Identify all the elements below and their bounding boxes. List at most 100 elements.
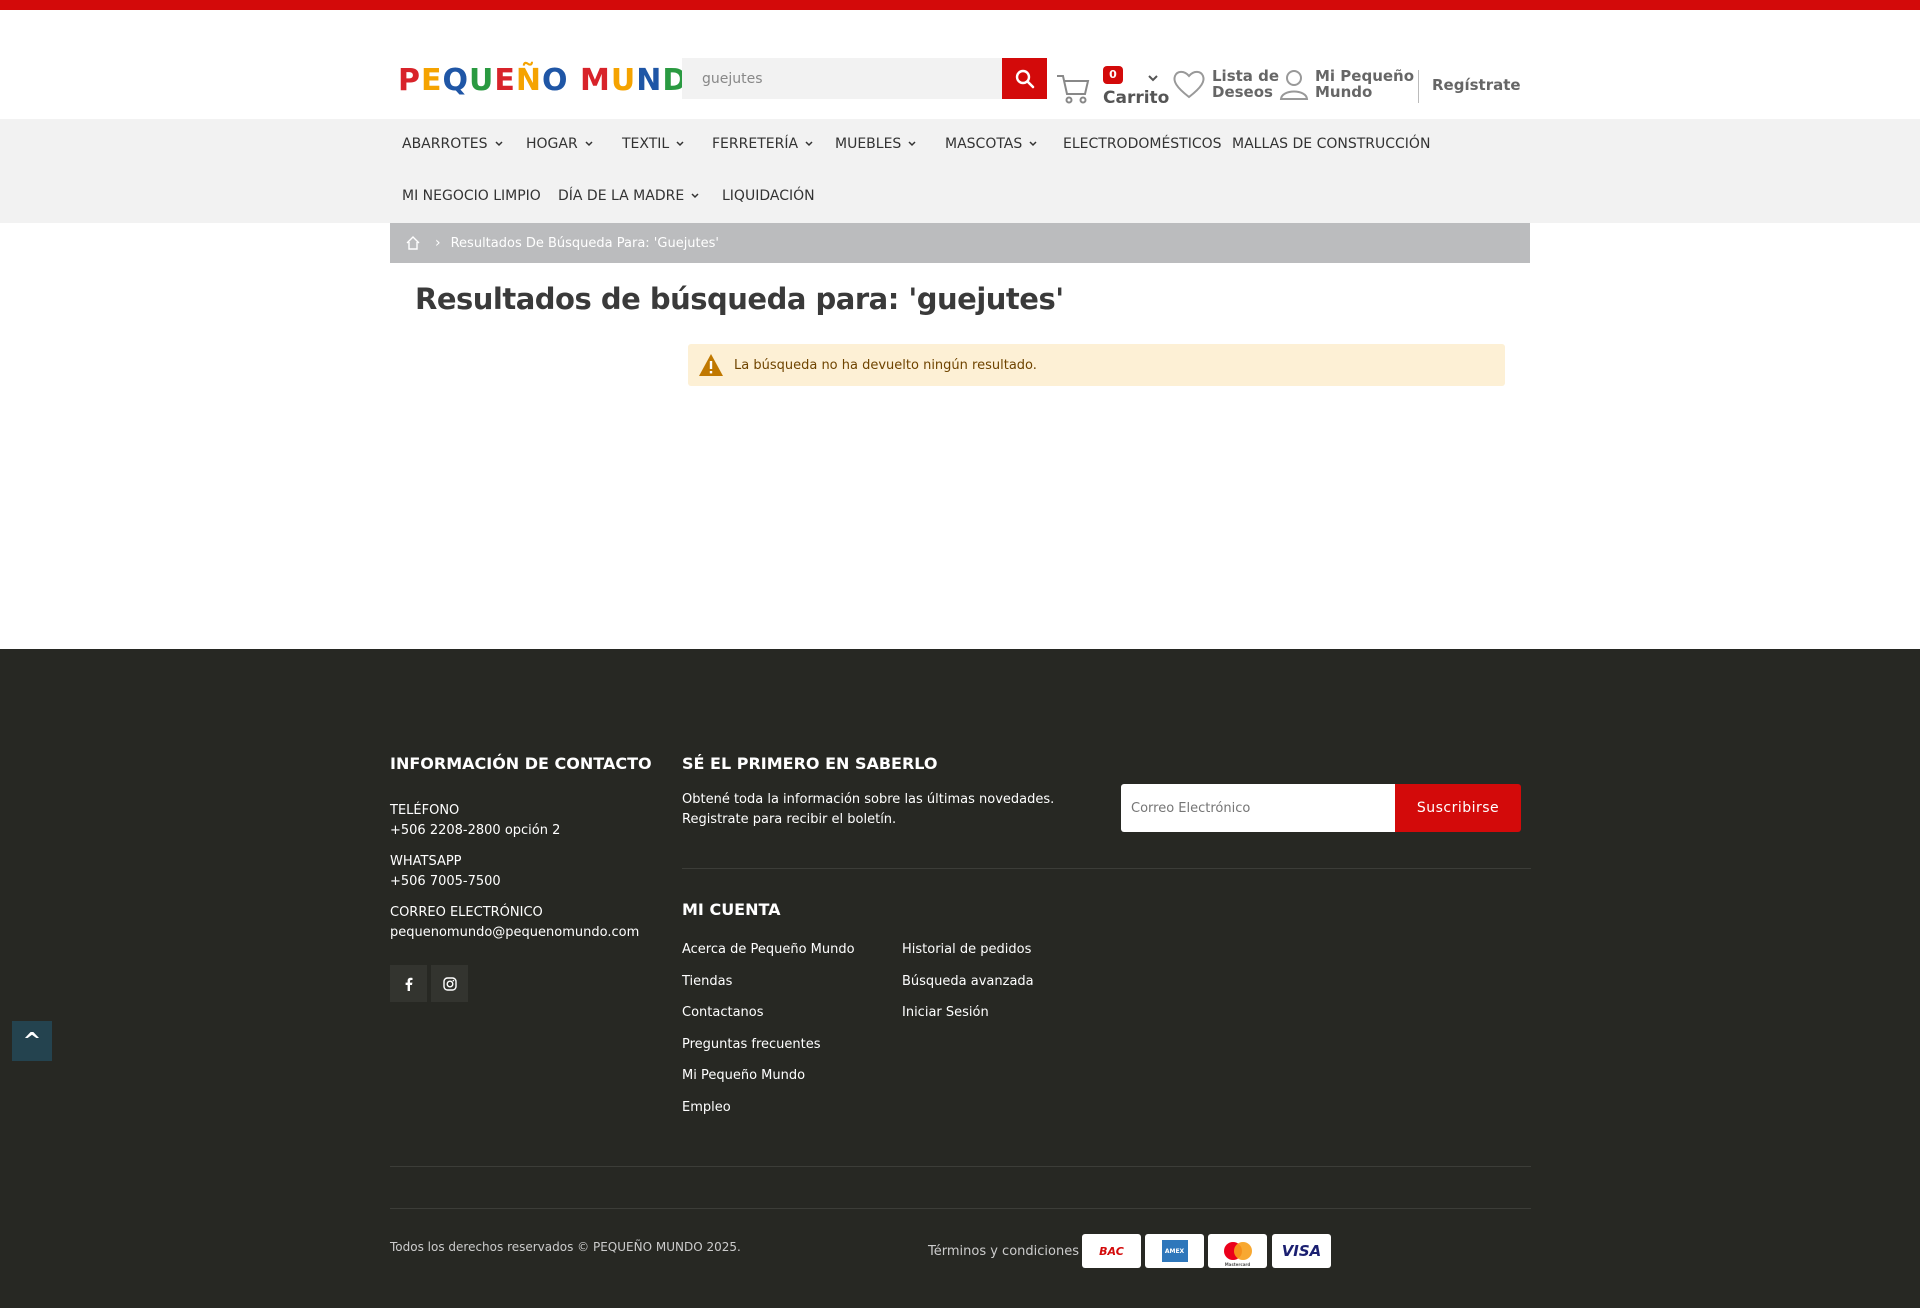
header-divider — [1418, 70, 1419, 103]
chevron-down-icon — [805, 141, 813, 147]
whatsapp-label: WHATSAPP — [390, 854, 462, 869]
footer-link-tiendas[interactable]: Tiendas — [682, 974, 732, 989]
cart-button[interactable]: 0 Carrito — [1055, 62, 1169, 112]
user-icon — [1279, 70, 1309, 100]
bac-label: BAC — [1099, 1244, 1124, 1258]
chevron-down-icon[interactable] — [1147, 72, 1159, 84]
mastercard-label: Mastercard — [1224, 1262, 1251, 1267]
terms-label[interactable]: Términos y condiciones — [928, 1244, 1079, 1259]
logo-letter: U — [469, 62, 495, 98]
email-value[interactable]: pequenomundo@pequenomundo.com — [390, 923, 639, 943]
nav-item-ferreteria[interactable]: FERRETERÍA — [712, 136, 814, 152]
terms-link[interactable]: Términos y condiciones | — [928, 1244, 1088, 1259]
chevron-down-icon — [495, 141, 503, 147]
mastercard-icon: Mastercard — [1208, 1234, 1267, 1268]
nav-item-negocio-limpio[interactable]: MI NEGOCIO LIMPIO — [402, 188, 541, 204]
nav-label: ABARROTES — [402, 136, 488, 152]
newsletter-line1: Obtené toda la información sobre las últ… — [682, 792, 1055, 807]
newsletter-line2: Registrate para recibir el boletín. — [682, 812, 897, 827]
cart-count-badge: 0 — [1103, 66, 1123, 84]
mastercard-logo — [1223, 1242, 1252, 1260]
logo-letter — [569, 63, 580, 98]
phone-value: +506 2208-2800 opción 2 — [390, 823, 561, 838]
instagram-glyph — [442, 976, 457, 991]
visa-card-icon: VISA — [1272, 1234, 1331, 1268]
nav-label: LIQUIDACIÓN — [722, 188, 815, 204]
footer-link-mi-pequeno-mundo[interactable]: Mi Pequeño Mundo — [682, 1068, 805, 1083]
footer-divider — [390, 1166, 1531, 1167]
search-button[interactable] — [1002, 58, 1047, 99]
nav-label: MUEBLES — [835, 136, 902, 152]
facebook-glyph — [405, 977, 412, 991]
home-icon[interactable] — [405, 235, 421, 251]
chevron-down-icon — [676, 141, 684, 147]
no-results-notice: La búsqueda no ha devuelto ningún result… — [688, 344, 1505, 386]
newsletter-heading: SÉ EL PRIMERO EN SABERLO — [682, 754, 938, 773]
facebook-icon[interactable] — [390, 965, 427, 1002]
footer-link-historial[interactable]: Historial de pedidos — [902, 942, 1031, 957]
cart-icon — [1057, 75, 1090, 104]
nav-item-liquidacion[interactable]: LIQUIDACIÓN — [722, 188, 815, 204]
logo-letter: E — [421, 62, 443, 98]
nav-label: MASCOTAS — [945, 136, 1023, 152]
nav-item-mascotas[interactable]: MASCOTAS — [945, 136, 1038, 152]
footer-divider — [390, 1208, 1531, 1209]
search-input[interactable] — [682, 58, 1002, 99]
newsletter-email-input[interactable] — [1121, 784, 1395, 832]
notice-text: La búsqueda no ha devuelto ningún result… — [734, 357, 1037, 373]
wishlist-label: Lista de Deseos — [1212, 67, 1280, 101]
site-logo[interactable]: PEQUEÑO MUNDO — [398, 60, 715, 100]
chevron-down-icon — [1029, 141, 1037, 147]
account-link[interactable]: Mi Pequeño Mundo — [1279, 68, 1415, 100]
logo-letter: N — [636, 62, 663, 98]
nav-item-hogar[interactable]: HOGAR — [526, 136, 594, 152]
chevron-down-icon — [585, 141, 593, 147]
breadcrumb-current: Resultados De Búsqueda Para: 'Guejutes' — [450, 235, 719, 251]
logo-letter: E — [494, 62, 516, 98]
nav-label: DÍA DE LA MADRE — [558, 188, 685, 204]
back-to-top-button[interactable]: ^ — [12, 1021, 52, 1061]
chevron-right-icon: › — [435, 235, 441, 251]
copyright-text: Todos los derechos reservados © PEQUEÑO … — [390, 1240, 741, 1254]
nav-label: MALLAS DE CONSTRUCCIÓN — [1232, 136, 1431, 152]
footer-link-iniciar-sesion[interactable]: Iniciar Sesión — [902, 1005, 989, 1020]
nav-item-dia-madre[interactable]: DÍA DE LA MADRE — [558, 188, 700, 204]
nav-item-electrodomesticos[interactable]: ELECTRODOMÉSTICOS — [1063, 136, 1222, 152]
contact-heading: INFORMACIÓN DE CONTACTO — [390, 754, 652, 773]
top-accent-bar — [0, 0, 1920, 10]
nav-label: ELECTRODOMÉSTICOS — [1063, 136, 1222, 152]
nav-label: FERRETERÍA — [712, 136, 799, 152]
footer-link-faq[interactable]: Preguntas frecuentes — [682, 1037, 821, 1052]
nav-item-muebles[interactable]: MUEBLES — [835, 136, 917, 152]
nav-item-abarrotes[interactable]: ABARROTES — [402, 136, 504, 152]
phone-label: TELÉFONO — [390, 803, 460, 818]
visa-label: VISA — [1281, 1242, 1322, 1260]
subscribe-button[interactable]: Suscribirse — [1395, 784, 1521, 832]
footer-link-acerca[interactable]: Acerca de Pequeño Mundo — [682, 942, 855, 957]
logo-letter: O — [542, 62, 569, 98]
account-heading: MI CUENTA — [682, 900, 781, 919]
logo-letter: Ñ — [515, 62, 542, 98]
warning-icon — [699, 354, 723, 376]
amex-logo: AMEX — [1161, 1240, 1188, 1262]
nav-label: HOGAR — [526, 136, 578, 152]
chevron-down-icon — [691, 193, 699, 199]
site-footer: INFORMACIÓN DE CONTACTO TELÉFONO +506 22… — [0, 649, 1920, 1308]
register-link[interactable]: Regístrate — [1432, 76, 1521, 94]
footer-link-empleo[interactable]: Empleo — [682, 1100, 731, 1115]
instagram-icon[interactable] — [431, 965, 468, 1002]
wishlist-link[interactable]: Lista de Deseos — [1172, 68, 1284, 100]
bac-card-icon: BAC — [1082, 1234, 1141, 1268]
whatsapp-value: +506 7005-7500 — [390, 874, 501, 889]
nav-item-mallas[interactable]: MALLAS DE CONSTRUCCIÓN — [1232, 136, 1430, 152]
chevron-down-icon — [908, 141, 916, 147]
footer-link-busqueda-avanzada[interactable]: Búsqueda avanzada — [902, 974, 1034, 989]
logo-letter: U — [610, 62, 637, 98]
site-header: PEQUEÑO MUNDO 0 Carrito Lista de Deseos — [0, 10, 1920, 119]
amex-label: AMEX — [1164, 1247, 1185, 1255]
footer-link-contactanos[interactable]: Contactanos — [682, 1005, 764, 1020]
logo-letter: P — [398, 62, 421, 98]
search-icon — [1015, 69, 1034, 88]
nav-item-textil[interactable]: TEXTIL — [622, 136, 685, 152]
page-title: Resultados de búsqueda para: 'guejutes' — [415, 282, 1064, 316]
